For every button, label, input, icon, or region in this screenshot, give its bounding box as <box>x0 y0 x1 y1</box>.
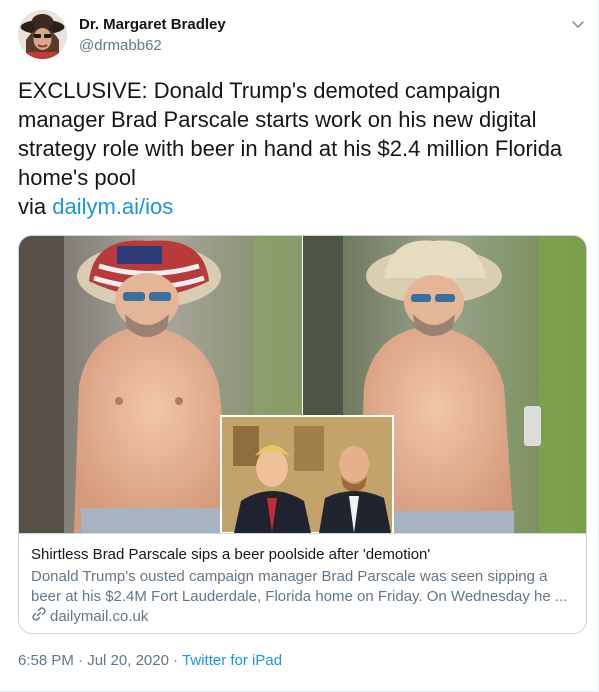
meta-separator: · <box>78 652 84 669</box>
tweet-meta: 6:58 PM · Jul 20, 2020 · Twitter for iPa… <box>18 652 282 669</box>
chevron-down-icon[interactable] <box>566 12 590 36</box>
tweet-text: EXCLUSIVE: Donald Trump's demoted campai… <box>18 76 583 221</box>
card-image <box>19 236 586 534</box>
card-description: Donald Trump's ousted campaign manager B… <box>31 568 568 605</box>
card-domain[interactable]: dailymail.co.uk <box>31 606 148 626</box>
tweet-source[interactable]: Twitter for iPad <box>182 652 282 669</box>
tweet-body: EXCLUSIVE: Donald Trump's demoted campai… <box>18 78 563 190</box>
card-title[interactable]: Shirtless Brad Parscale sips a beer pool… <box>31 546 430 563</box>
avatar[interactable] <box>18 10 67 59</box>
link-card[interactable]: Shirtless Brad Parscale sips a beer pool… <box>18 235 587 634</box>
card-divider <box>19 533 586 534</box>
author-handle[interactable]: @drmabb62 <box>79 37 162 54</box>
tweet-link[interactable]: dailym.ai/ios <box>52 194 173 219</box>
via-label: via <box>18 194 47 219</box>
author-display-name[interactable]: Dr. Margaret Bradley <box>79 16 226 33</box>
tweet: Dr. Margaret Bradley @drmabb62 EXCLUSIVE… <box>0 0 599 692</box>
card-domain-text: dailymail.co.uk <box>50 607 149 625</box>
link-icon <box>31 606 47 626</box>
tweet-time[interactable]: 6:58 PM <box>18 652 74 669</box>
meta-separator: · <box>173 652 179 669</box>
tweet-date[interactable]: Jul 20, 2020 <box>87 652 169 669</box>
